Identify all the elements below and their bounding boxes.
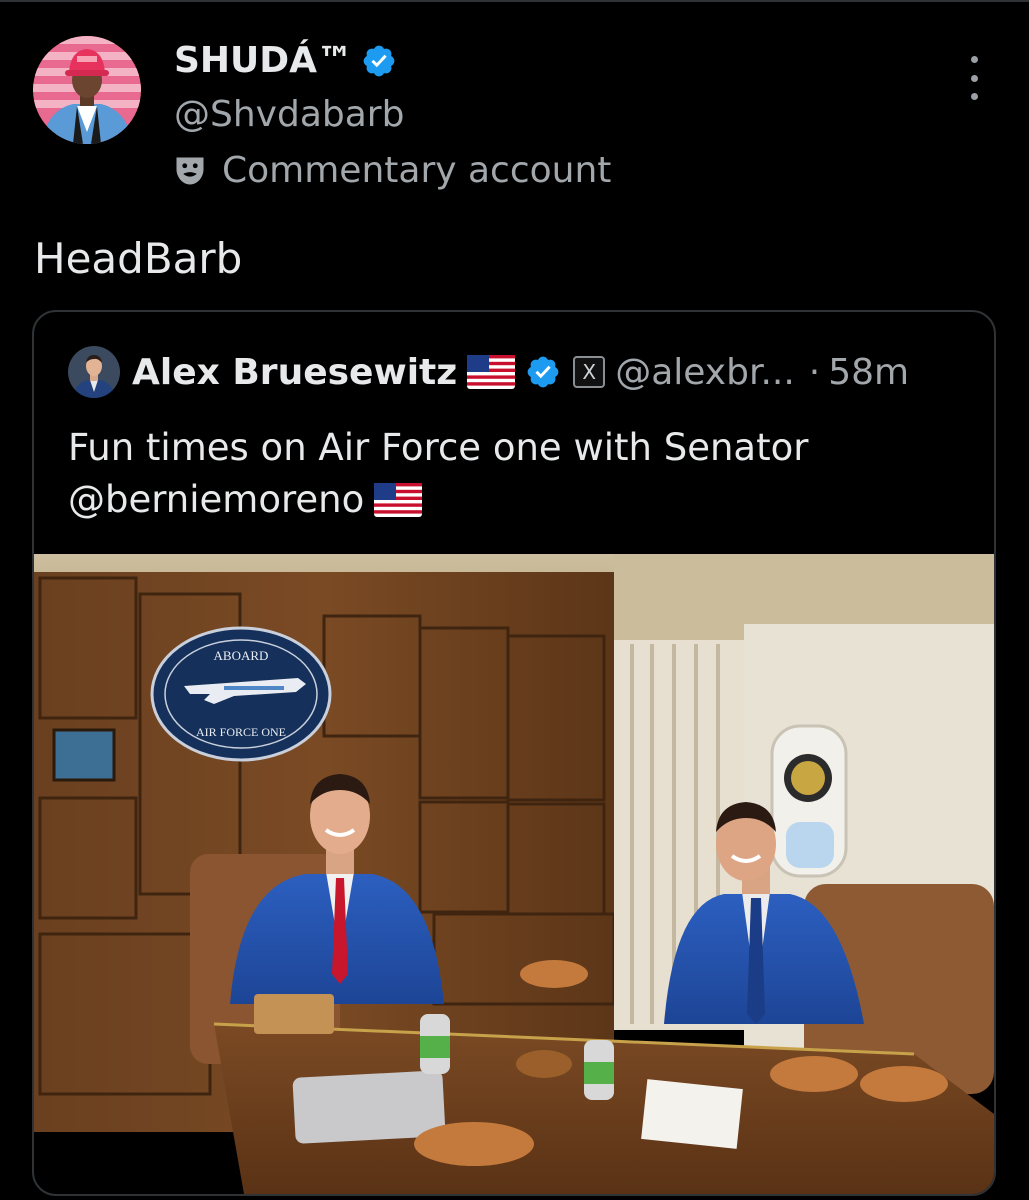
account-label-text: Commentary account: [222, 150, 612, 191]
quote-author-handle[interactable]: @alexbr...: [615, 352, 795, 393]
author-avatar[interactable]: [33, 36, 141, 144]
us-flag-icon: [374, 483, 423, 517]
separator-dot: ·: [808, 351, 821, 393]
author-name-row[interactable]: SHUDÁ™: [174, 40, 397, 81]
verified-badge-icon: [527, 356, 559, 388]
quote-author-avatar[interactable]: [68, 346, 120, 398]
quote-header: Alex Bruesewitz X @alexbr... · 58m: [132, 348, 964, 396]
author-name[interactable]: SHUDÁ™: [174, 40, 353, 81]
quote-timestamp[interactable]: 58m: [828, 352, 909, 393]
sign-text-bottom: AIR FORCE ONE: [196, 725, 286, 739]
more-options-icon[interactable]: [958, 56, 990, 100]
theater-masks-icon: [176, 157, 204, 184]
quoted-tweet-card[interactable]: Alex Bruesewitz X @alexbr... · 58m Fun t…: [32, 310, 996, 1196]
mention-link[interactable]: @berniemoreno: [68, 474, 364, 526]
x-affiliate-icon[interactable]: X: [573, 356, 606, 388]
top-divider: [0, 0, 1029, 2]
verified-badge-icon: [363, 45, 395, 76]
us-flag-icon: [467, 355, 516, 389]
account-label: Commentary account: [172, 150, 611, 191]
quote-text: Fun times on Air Force one with Senator …: [68, 422, 968, 526]
tweet-text: HeadBarb: [34, 234, 243, 283]
quote-photo[interactable]: ABOARD AIR FORCE ONE: [34, 554, 994, 1194]
author-handle[interactable]: @Shvdabarb: [174, 94, 404, 135]
quote-author-name[interactable]: Alex Bruesewitz: [132, 352, 457, 393]
quote-text-line-1: Fun times on Air Force one with Senator: [68, 426, 809, 469]
sign-text-top: ABOARD: [214, 648, 269, 663]
